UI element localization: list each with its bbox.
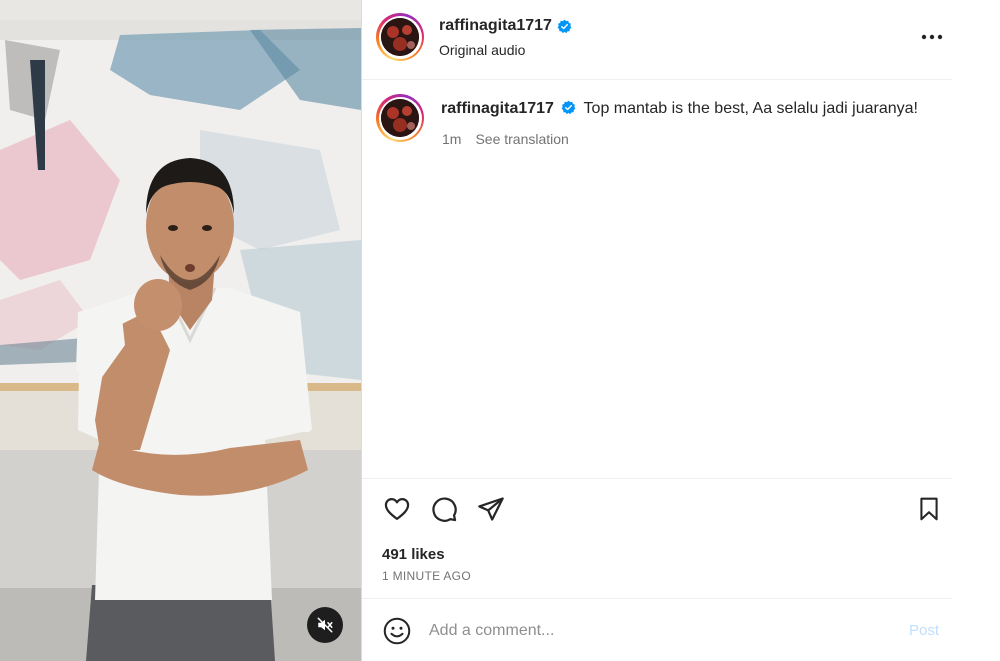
like-button[interactable] [382,494,412,524]
header-username[interactable]: raffinagita1717 [439,17,572,35]
caption-meta: 1m See translation [442,131,569,147]
speaker-muted-icon [317,617,333,633]
caption: raffinagita1717 Top mantab is the best, … [441,100,918,118]
emoji-button[interactable] [382,616,412,646]
share-icon [478,497,504,521]
avatar-image [381,18,419,56]
caption-username[interactable]: raffinagita1717 [441,100,554,117]
caption-avatar[interactable] [376,94,424,142]
post-panel: raffinagita1717 Original audio raffinagi… [362,0,952,661]
share-button[interactable] [476,494,506,524]
caption-text: Top mantab is the best, Aa selalu jadi j… [583,100,918,117]
comment-icon [432,497,457,522]
avatar-image [381,99,419,137]
comment-button[interactable] [429,494,459,524]
caption-time[interactable]: 1m [442,131,461,147]
actions-divider [362,478,952,479]
verified-badge-icon [562,100,576,115]
comment-divider [362,598,952,599]
post-timestamp: 1 MINUTE AGO [382,569,471,583]
more-options-button[interactable] [917,25,947,49]
mute-button[interactable] [307,607,343,643]
header-divider [362,79,952,80]
heart-icon [384,497,410,521]
action-bar [382,494,942,526]
header-username-text[interactable]: raffinagita1717 [439,17,552,35]
header-avatar[interactable] [376,13,424,61]
emoji-icon [383,617,411,645]
see-translation-link[interactable]: See translation [475,131,568,147]
post-comment-button[interactable]: Post [909,622,939,639]
more-options-icon [921,34,943,40]
likes-count[interactable]: 491 likes [382,546,445,563]
audio-label[interactable]: Original audio [439,42,525,58]
bookmark-icon [920,497,938,521]
comment-bar: Post [362,603,952,661]
post-media[interactable] [0,0,361,661]
verified-badge-icon [557,19,572,33]
comment-input[interactable] [429,617,869,645]
video-frame-image [0,0,361,661]
save-button[interactable] [914,494,944,524]
